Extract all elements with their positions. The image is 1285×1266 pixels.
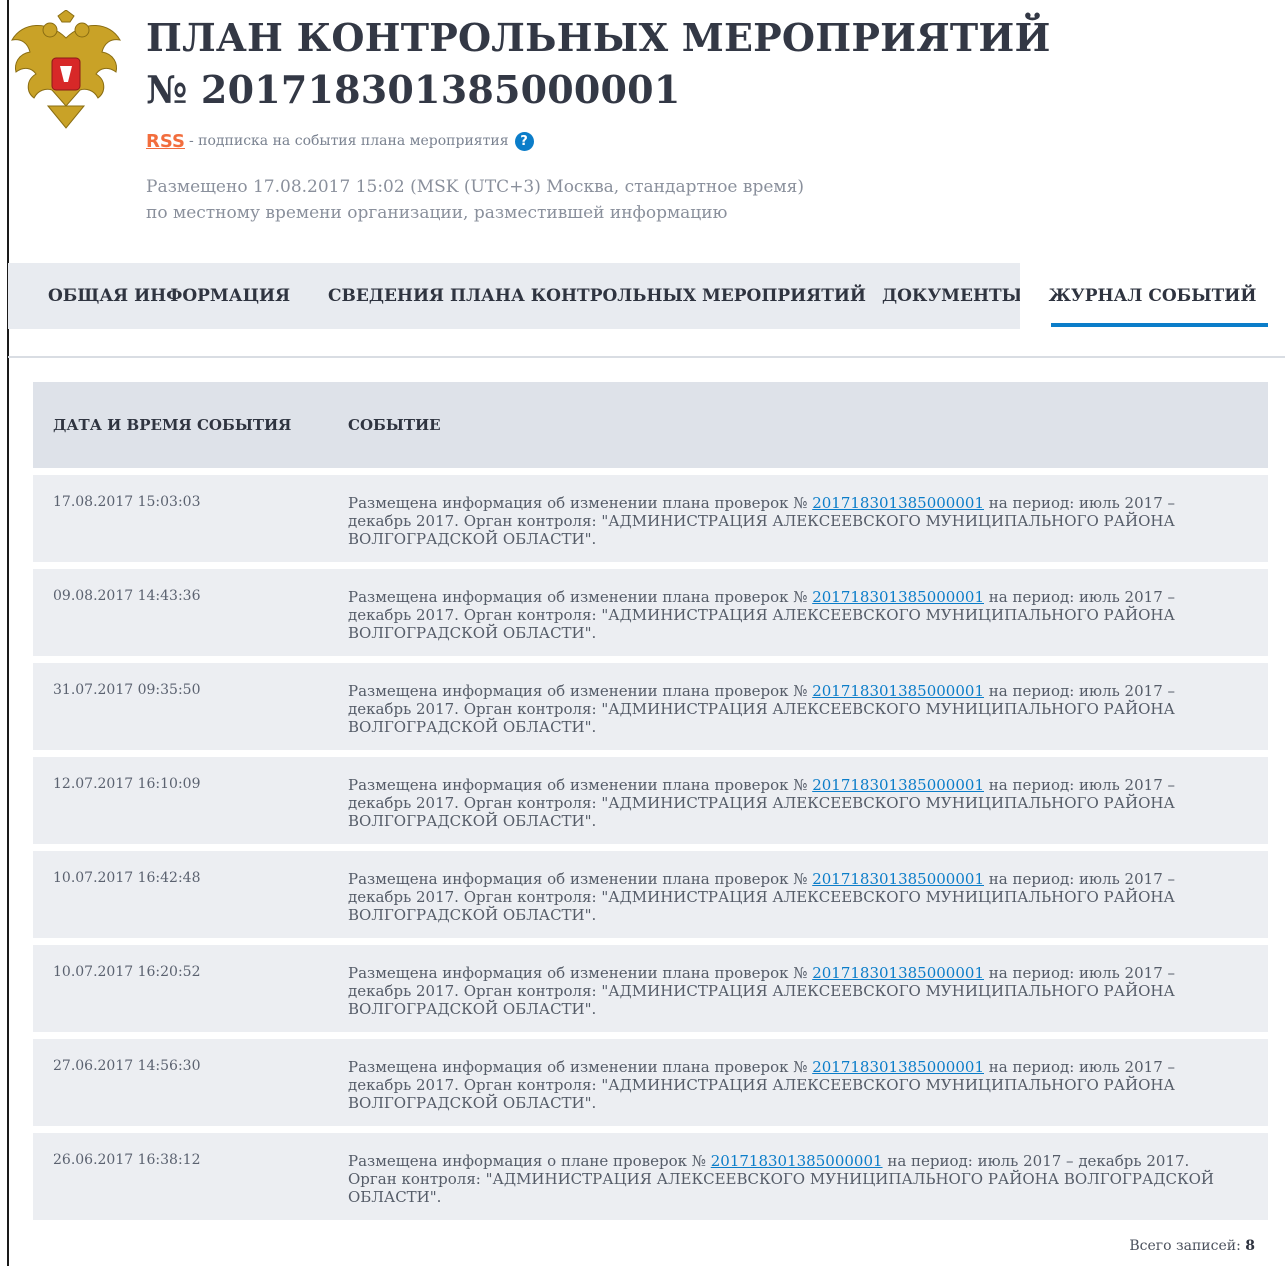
tab-bar: ОБЩАЯ ИНФОРМАЦИЯ СВЕДЕНИЯ ПЛАНА КОНТРОЛЬ… [8, 263, 1285, 329]
event-text-prefix: Размещена информация об изменении плана … [348, 776, 813, 794]
total-records: Всего записей: 8 [1129, 1238, 1255, 1254]
plan-number-link[interactable]: 2017183013850000​01 [812, 776, 984, 794]
rss-subscription: RSS - подписка на события плана мероприя… [146, 128, 534, 154]
event-description: Размещена информация об изменении плана … [348, 964, 1228, 1018]
coat-of-arms-icon [11, 10, 121, 129]
tab-documents[interactable]: ДОКУМЕНТЫ [882, 263, 1022, 329]
column-header-event: СОБЫТИЕ [348, 416, 441, 434]
event-description: Размещена информация об изменении плана … [348, 494, 1228, 548]
event-datetime: 09.08.2017 14:43:36 [53, 588, 201, 604]
column-header-datetime: ДАТА И ВРЕМЯ СОБЫТИЯ [53, 416, 292, 434]
page-header: ПЛАН КОНТРОЛЬНЫХ МЕРОПРИЯТИЙ № 201718301… [0, 0, 1285, 262]
tab-general-info[interactable]: ОБЩАЯ ИНФОРМАЦИЯ [48, 263, 290, 329]
rss-description: - подписка на события плана мероприятия [188, 133, 509, 149]
event-datetime: 10.07.2017 16:20:52 [53, 964, 201, 980]
tab-event-log-label: ЖУРНАЛ СОБЫТИЙ [1048, 286, 1257, 306]
plan-number-link[interactable]: 2017183013850000​01 [711, 1152, 883, 1170]
event-text-prefix: Размещена информация об изменении плана … [348, 1058, 813, 1076]
event-datetime: 26.06.2017 16:38:12 [53, 1152, 201, 1168]
event-description: Размещена информация об изменении плана … [348, 682, 1228, 736]
event-text-prefix: Размещена информация об изменении плана … [348, 682, 813, 700]
event-text-prefix: Размещена информация об изменении плана … [348, 964, 813, 982]
table-header: ДАТА И ВРЕМЯ СОБЫТИЯ СОБЫТИЕ [33, 382, 1268, 468]
event-description: Размещена информация об изменении плана … [348, 776, 1228, 830]
plan-number-link[interactable]: 2017183013850000​01 [812, 494, 984, 512]
table-row: 17.08.2017 15:03:03 Размещена информация … [33, 475, 1268, 562]
table-row: 10.07.2017 16:20:52 Размещена информация … [33, 945, 1268, 1032]
event-datetime: 31.07.2017 09:35:50 [53, 682, 201, 698]
posted-line-2: по местному времени организации, размест… [146, 203, 728, 223]
posted-line-1: Размещено 17.08.2017 15:02 (MSK (UTC+3) … [146, 177, 804, 197]
event-description: Размещена информация об изменении плана … [348, 870, 1228, 924]
table-row: 10.07.2017 16:42:48 Размещена информация … [33, 851, 1268, 938]
total-label: Всего записей: [1129, 1238, 1246, 1254]
table-row: 31.07.2017 09:35:50 Размещена информация … [33, 663, 1268, 750]
table-row: 12.07.2017 16:10:09 Размещена информация … [33, 757, 1268, 844]
event-datetime: 10.07.2017 16:42:48 [53, 870, 201, 886]
event-description: Размещена информация об изменении плана … [348, 1058, 1228, 1112]
table-body: 17.08.2017 15:03:03 Размещена информация … [33, 475, 1268, 1220]
plan-number-link[interactable]: 2017183013850000​01 [812, 964, 984, 982]
event-text-prefix: Размещена информация об изменении плана … [348, 494, 813, 512]
table-row: 26.06.2017 16:38:12 Размещена информация … [33, 1133, 1268, 1220]
table-row: 09.08.2017 14:43:36 Размещена информация … [33, 569, 1268, 656]
total-value: 8 [1245, 1238, 1255, 1254]
event-text-prefix: Размещена информация о плане проверок № [348, 1152, 711, 1170]
table-row: 27.06.2017 14:56:30 Размещена информация … [33, 1039, 1268, 1126]
event-datetime: 17.08.2017 15:03:03 [53, 494, 201, 510]
plan-number-link[interactable]: 2017183013850000​01 [812, 588, 984, 606]
posted-info: Размещено 17.08.2017 15:02 (MSK (UTC+3) … [146, 174, 804, 226]
plan-number-link[interactable]: 2017183013850000​01 [812, 1058, 984, 1076]
title-line-2: № 2017183013850000​01 [146, 67, 681, 112]
page-title: ПЛАН КОНТРОЛЬНЫХ МЕРОПРИЯТИЙ № 201718301… [146, 12, 1051, 116]
event-datetime: 27.06.2017 14:56:30 [53, 1058, 201, 1074]
title-line-1: ПЛАН КОНТРОЛЬНЫХ МЕРОПРИЯТИЙ [146, 15, 1051, 60]
event-description: Размещена информация об изменении плана … [348, 588, 1228, 642]
event-text-prefix: Размещена информация об изменении плана … [348, 588, 813, 606]
event-datetime: 12.07.2017 16:10:09 [53, 776, 201, 792]
tab-plan-details[interactable]: СВЕДЕНИЯ ПЛАНА КОНТРОЛЬНЫХ МЕРОПРИЯТИЙ [328, 263, 866, 329]
plan-number-link[interactable]: 2017183013850000​01 [812, 682, 984, 700]
event-log-table: ДАТА И ВРЕМЯ СОБЫТИЯ СОБЫТИЕ 17.08.2017 … [33, 382, 1268, 1220]
event-text-prefix: Размещена информация об изменении плана … [348, 870, 813, 888]
help-icon[interactable]: ? [514, 131, 534, 151]
rss-link[interactable]: RSS [146, 131, 185, 152]
tab-event-log[interactable]: ЖУРНАЛ СОБЫТИЙ [1020, 263, 1285, 329]
event-description: Размещена информация о плане проверок № … [348, 1152, 1228, 1206]
plan-number-link[interactable]: 2017183013850000​01 [812, 870, 984, 888]
tabs-divider [8, 356, 1285, 358]
